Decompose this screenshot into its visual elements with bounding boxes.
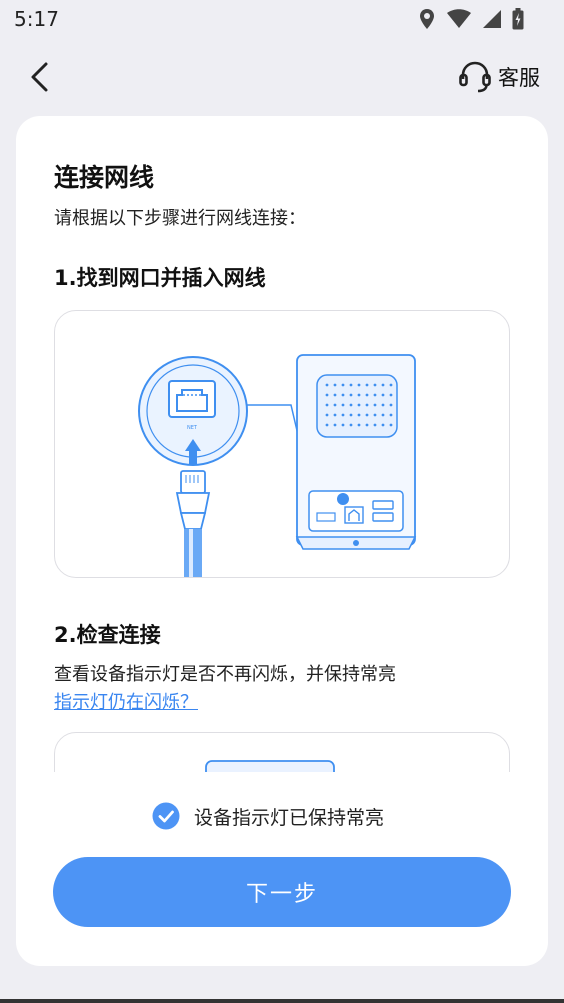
confirm-label: 设备指示灯已保持常亮 xyxy=(194,806,385,829)
headset-icon xyxy=(459,61,491,93)
indicator-help-link[interactable]: 指示灯仍在闪烁？ xyxy=(54,688,198,714)
status-icons xyxy=(418,8,524,30)
indicator-illustration xyxy=(54,732,510,772)
status-time: 5:17 xyxy=(14,7,59,31)
confirm-indicator-checkbox[interactable]: 设备指示灯已保持常亮 xyxy=(152,802,384,830)
customer-service-button[interactable]: 客服 xyxy=(458,58,540,96)
status-bar: 5:17 xyxy=(0,0,564,38)
wifi-icon xyxy=(447,9,471,28)
location-icon xyxy=(420,9,434,29)
app-header: 客服 xyxy=(0,48,564,106)
router-port-illustration: NET xyxy=(138,354,417,577)
back-button[interactable] xyxy=(24,58,58,96)
battery-icon xyxy=(512,8,524,30)
customer-service-label: 客服 xyxy=(498,66,540,90)
checkmark-icon xyxy=(152,802,180,830)
port-illustration: NET xyxy=(54,310,510,578)
back-arrow-icon xyxy=(31,62,48,92)
page-title: 连接网线 xyxy=(54,163,155,192)
content-card: 连接网线 请根据以下步骤进行网线连接： 1.找到网口并插入网线 NET 2.检查… xyxy=(16,116,548,966)
page-subtitle: 请根据以下步骤进行网线连接： xyxy=(54,208,306,229)
step2-title: 2.检查连接 xyxy=(54,623,161,647)
device-top-illustration xyxy=(205,760,335,772)
next-step-button[interactable]: 下一步 xyxy=(53,857,511,927)
scroll-area[interactable]: 连接网线 请根据以下步骤进行网线连接： 1.找到网口并插入网线 NET 2.检查… xyxy=(16,116,548,772)
net-port-label: NET xyxy=(187,425,198,431)
step2-description: 查看设备指示灯是否不再闪烁，并保持常亮 xyxy=(54,664,396,685)
bottom-divider xyxy=(0,999,564,1003)
signal-icon xyxy=(483,10,501,28)
step1-title: 1.找到网口并插入网线 xyxy=(54,266,266,290)
